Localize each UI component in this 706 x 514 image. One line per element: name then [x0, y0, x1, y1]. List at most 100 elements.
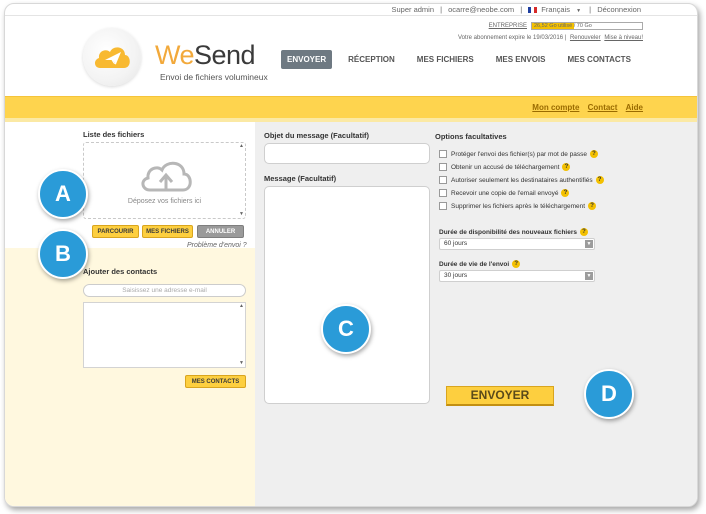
- help-icon[interactable]: ?: [590, 150, 598, 158]
- nav-envoyer[interactable]: ENVOYER: [281, 50, 333, 69]
- contacts-scrollbar[interactable]: ▲ ▼: [239, 304, 244, 366]
- help-icon[interactable]: ?: [579, 228, 588, 236]
- upload-problem-link[interactable]: Problème d'envoi ?: [187, 242, 247, 249]
- my-files-button[interactable]: MES FICHIERS: [142, 225, 193, 238]
- user-email: ocarre@neobe.com: [448, 5, 515, 14]
- language-select[interactable]: Français ▼: [528, 5, 583, 14]
- checkbox[interactable]: [439, 189, 447, 197]
- my-account-link[interactable]: Mon compte: [532, 103, 579, 112]
- lifetime-label-text: Durée de vie de l'envoi: [439, 260, 510, 268]
- main-nav: ENVOYER RÉCEPTION MES FICHIERS MES ENVOI…: [281, 50, 653, 69]
- user-role: Super admin: [391, 5, 434, 14]
- nav-mes-envois[interactable]: MES ENVOIS: [496, 55, 546, 64]
- plan-link[interactable]: ENTREPRISE: [489, 23, 527, 29]
- option-receipt[interactable]: Obtenir un accusé de téléchargement?: [439, 163, 571, 171]
- upgrade-link[interactable]: Mise à niveau!: [604, 35, 643, 41]
- chevron-down-icon: ▼: [585, 272, 593, 280]
- my-contacts-button[interactable]: MES CONTACTS: [185, 375, 246, 388]
- chevron-down-icon: ▼: [585, 240, 593, 248]
- contact-link[interactable]: Contact: [588, 103, 618, 112]
- logo[interactable]: [83, 28, 141, 86]
- option-label: Supprimer les fichiers après le téléchar…: [451, 202, 586, 210]
- option-authenticated[interactable]: Autoriser seulement les destinataires au…: [439, 176, 604, 184]
- french-flag-icon: [528, 7, 538, 13]
- scroll-down-icon[interactable]: ▼: [239, 212, 244, 217]
- brand-name: WeSend: [155, 40, 256, 71]
- browse-button[interactable]: PARCOURIR: [92, 225, 139, 238]
- nav-mes-fichiers[interactable]: MES FICHIERS: [417, 55, 474, 64]
- scroll-up-icon[interactable]: ▲: [239, 144, 244, 149]
- option-label: Autoriser seulement les destinataires au…: [451, 176, 593, 184]
- availability-label: Durée de disponibilité des nouveaux fich…: [439, 228, 588, 236]
- marker-d: D: [584, 369, 634, 419]
- message-label: Message (Facultatif): [264, 174, 337, 183]
- lifetime-select[interactable]: 30 jours ▼: [439, 270, 595, 282]
- message-textarea[interactable]: [264, 186, 430, 404]
- dropzone-text: Déposez vos fichiers ici: [127, 198, 202, 205]
- language-label: Français: [541, 5, 571, 14]
- help-icon[interactable]: ?: [595, 176, 604, 184]
- availability-label-text: Durée de disponibilité des nouveaux fich…: [439, 228, 577, 236]
- cancel-button[interactable]: ANNULER: [197, 225, 244, 238]
- scroll-down-icon[interactable]: ▼: [239, 361, 244, 366]
- top-links: Super admin | ocarre@neobe.com | Françai…: [389, 5, 643, 14]
- checkbox[interactable]: [439, 176, 447, 184]
- marker-b: B: [38, 229, 88, 279]
- option-label: Protéger l'envoi des fichier(s) par mot …: [451, 150, 587, 158]
- files-title: Liste des fichiers: [83, 130, 145, 139]
- checkbox[interactable]: [439, 202, 447, 210]
- main-panel: Objet du message (Facultatif) Message (F…: [255, 122, 697, 506]
- separator: |: [589, 5, 592, 14]
- availability-select[interactable]: 60 jours ▼: [439, 238, 595, 250]
- logout-link[interactable]: Déconnexion: [597, 5, 641, 14]
- option-copy[interactable]: Recevoir une copie de l'email envoyé?: [439, 189, 570, 197]
- contacts-list[interactable]: ▲ ▼: [83, 302, 246, 368]
- subscription-expiry: Votre abonnement expire le 19/03/2016 | …: [458, 35, 643, 41]
- help-icon[interactable]: ?: [588, 202, 597, 210]
- option-delete[interactable]: Supprimer les fichiers après le téléchar…: [439, 202, 597, 210]
- options-title: Options facultatives: [435, 132, 507, 141]
- lifetime-value: 30 jours: [444, 272, 468, 279]
- brand-name-part2: Send: [194, 40, 256, 70]
- quota-bar: 26,52 Go utilisé / 70 Go: [531, 22, 643, 30]
- account-links: Mon compte Contact Aide: [526, 103, 643, 112]
- subject-input[interactable]: [264, 143, 430, 164]
- top-bar: Super admin | ocarre@neobe.com | Françai…: [5, 4, 697, 16]
- file-dropzone[interactable]: Déposez vos fichiers ici ▲ ▼: [83, 142, 246, 219]
- nav-reception[interactable]: RÉCEPTION: [348, 55, 395, 64]
- separator: |: [520, 5, 523, 14]
- option-label: Obtenir un accusé de téléchargement: [451, 163, 560, 171]
- email-input[interactable]: Saisissez une adresse e-mail: [83, 284, 246, 297]
- checkbox[interactable]: [439, 163, 447, 171]
- cloud-plane-logo-icon: [94, 47, 130, 68]
- contacts-title: Ajouter des contacts: [83, 267, 158, 276]
- checkbox[interactable]: [439, 150, 447, 158]
- help-icon[interactable]: ?: [562, 163, 571, 171]
- account-bar: Mon compte Contact Aide: [5, 96, 697, 118]
- scroll-up-icon[interactable]: ▲: [239, 304, 244, 309]
- marker-c: C: [321, 304, 371, 354]
- help-link[interactable]: Aide: [626, 103, 643, 112]
- chevron-down-icon: ▼: [576, 8, 582, 14]
- help-icon[interactable]: ?: [512, 260, 521, 268]
- brand-tagline: Envoi de fichiers volumineux: [160, 72, 268, 82]
- send-button[interactable]: ENVOYER: [446, 386, 554, 406]
- storage-quota: ENTREPRISE 26,52 Go utilisé / 70 Go Votr…: [458, 22, 643, 41]
- help-icon[interactable]: ?: [561, 189, 570, 197]
- quota-text: 26,52 Go utilisé / 70 Go: [534, 23, 592, 29]
- expiry-text: Votre abonnement expire le 19/03/2016 |: [457, 35, 567, 41]
- brand-name-part1: We: [155, 40, 195, 70]
- option-password[interactable]: Protéger l'envoi des fichier(s) par mot …: [439, 150, 598, 158]
- header: WeSend Envoi de fichiers volumineux ENVO…: [5, 16, 697, 96]
- dropzone-scrollbar[interactable]: ▲ ▼: [239, 144, 244, 217]
- marker-a: A: [38, 169, 88, 219]
- upload-cloud-icon: [141, 161, 192, 192]
- lifetime-label: Durée de vie de l'envoi?: [439, 260, 521, 268]
- subject-label: Objet du message (Facultatif): [264, 131, 370, 140]
- app-window: Super admin | ocarre@neobe.com | Françai…: [4, 3, 698, 507]
- availability-value: 60 jours: [444, 240, 468, 247]
- option-label: Recevoir une copie de l'email envoyé: [451, 189, 559, 197]
- nav-mes-contacts[interactable]: MES CONTACTS: [568, 55, 631, 64]
- separator: |: [440, 5, 443, 14]
- renew-link[interactable]: Renouveler: [570, 35, 601, 41]
